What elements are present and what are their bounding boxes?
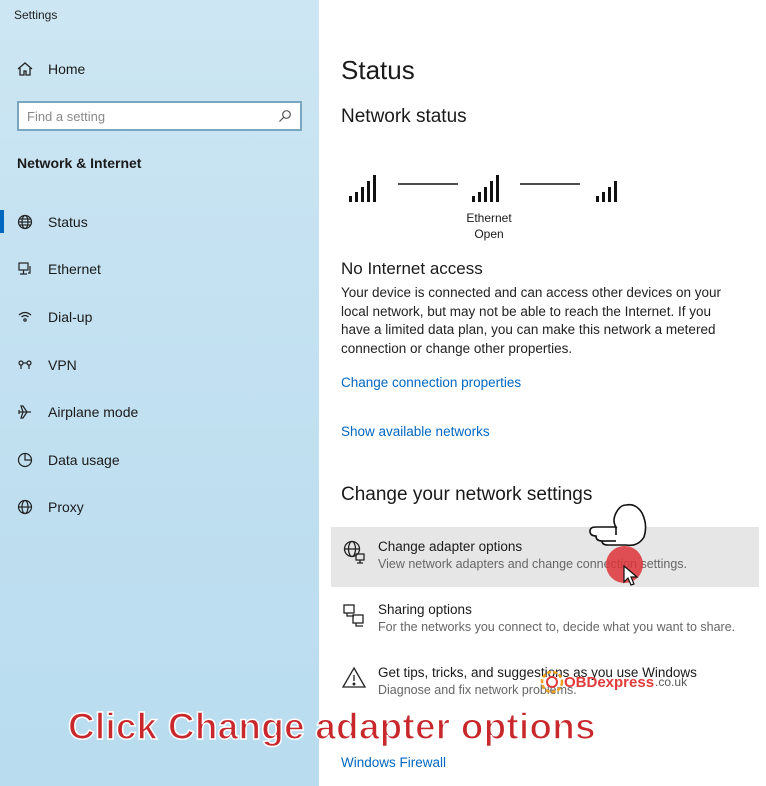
- signal-bars-icon: [472, 175, 499, 202]
- connection-name: Ethernet: [466, 211, 512, 225]
- airplane-icon: [18, 405, 31, 419]
- sidebar-item-dial-up[interactable]: Dial-up: [0, 293, 319, 341]
- sidebar-item-label: Data usage: [48, 451, 120, 468]
- option-desc: For the networks you connect to, decide …: [378, 620, 736, 634]
- sharing-icon: [343, 604, 364, 627]
- search-box[interactable]: [17, 101, 302, 131]
- home-icon: [17, 62, 33, 76]
- sidebar-item-label: Dial-up: [48, 308, 93, 325]
- status-heading: No Internet access: [341, 259, 483, 278]
- watermark-brand: OBDexpress: [564, 673, 655, 691]
- sidebar-item-label: Status: [48, 213, 88, 230]
- status-description: Your device is connected and can access …: [341, 285, 721, 356]
- home-nav[interactable]: Home: [16, 60, 85, 78]
- show-available-networks-link[interactable]: Show available networks: [341, 424, 490, 439]
- change-adapter-options[interactable]: Change adapter options View network adap…: [331, 527, 759, 587]
- page-title: Status: [341, 55, 415, 85]
- home-label: Home: [48, 61, 86, 77]
- watermark-domain: .co.uk: [655, 675, 688, 689]
- warning-icon: [341, 666, 367, 688]
- sidebar-item-label: Ethernet: [48, 261, 101, 278]
- sidebar-nav: Status Ethernet Dial-up VPN Airplane mod…: [0, 198, 319, 531]
- adapter-icon: [343, 540, 365, 564]
- signal-bars-icon: [349, 175, 376, 202]
- change-connection-properties-link[interactable]: Change connection properties: [341, 375, 521, 390]
- ethernet-icon: [18, 262, 31, 275]
- change-settings-title: Change your network settings: [341, 484, 593, 505]
- connection-label: Ethernet Open: [459, 210, 519, 242]
- network-status-title: Network status: [341, 106, 467, 127]
- connection-type: Open: [474, 227, 504, 241]
- search-input[interactable]: [27, 108, 278, 124]
- sidebar-item-status[interactable]: Status: [0, 198, 319, 246]
- app-title: Settings: [14, 8, 58, 22]
- sidebar-item-airplane-mode[interactable]: Airplane mode: [0, 388, 319, 436]
- pointing-hand-icon: [589, 503, 647, 547]
- dialup-icon: [18, 311, 32, 322]
- sidebar-item-label: VPN: [48, 356, 77, 373]
- globe-icon: [17, 214, 33, 229]
- tutorial-caption: Click Change adapter options: [67, 705, 596, 748]
- windows-firewall-link[interactable]: Windows Firewall: [341, 755, 446, 770]
- section-title: Network & Internet: [17, 155, 142, 171]
- globe-icon: [17, 500, 33, 515]
- mouse-cursor-icon: [623, 565, 639, 586]
- obdexpress-logo-icon: [540, 670, 564, 694]
- sidebar-item-vpn[interactable]: VPN: [0, 341, 319, 389]
- sidebar-item-ethernet[interactable]: Ethernet: [0, 246, 319, 294]
- sharing-options[interactable]: Sharing options For the networks you con…: [331, 590, 759, 650]
- sidebar-item-label: Airplane mode: [48, 404, 139, 421]
- sidebar-item-data-usage[interactable]: Data usage: [0, 436, 319, 484]
- watermark: OBDexpress .co.uk: [538, 668, 687, 696]
- option-title: Sharing options: [378, 602, 472, 617]
- data-usage-icon: [17, 452, 33, 467]
- sidebar-item-proxy[interactable]: Proxy: [0, 484, 319, 532]
- search-icon[interactable]: [278, 109, 292, 123]
- signal-bars-icon: [596, 181, 617, 202]
- vpn-icon: [18, 359, 32, 369]
- sidebar: Settings Home Network & Internet Status …: [0, 0, 319, 786]
- sidebar-item-label: Proxy: [48, 499, 84, 516]
